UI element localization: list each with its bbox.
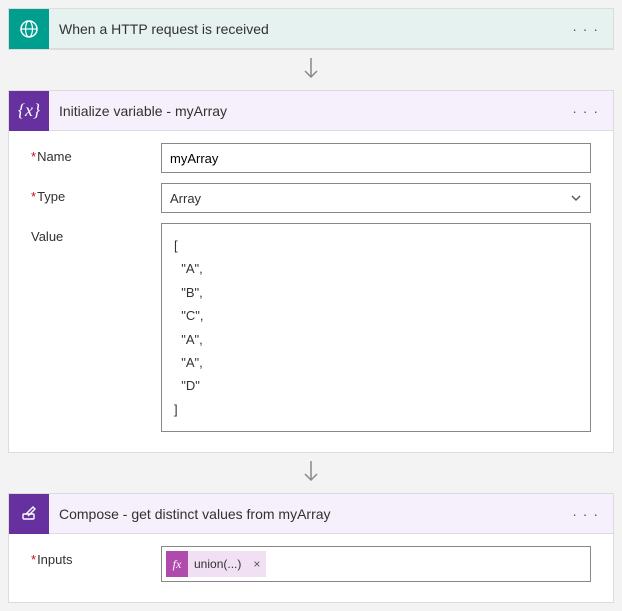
flow-arrow-icon	[301, 56, 321, 84]
trigger-more-button[interactable]: · · ·	[566, 21, 605, 37]
init-variable-body: Name Type Array Value [ "A", "B", "C"	[9, 131, 613, 452]
flow-canvas: When a HTTP request is received · · · {x…	[8, 8, 614, 603]
compose-body: Inputs fx union(...) ×	[9, 534, 613, 602]
fx-icon: fx	[166, 551, 188, 577]
trigger-card[interactable]: When a HTTP request is received · · ·	[8, 8, 614, 50]
compose-title: Compose - get distinct values from myArr…	[59, 506, 556, 522]
trigger-title: When a HTTP request is received	[59, 21, 556, 37]
compose-more-button[interactable]: · · ·	[566, 506, 605, 522]
chevron-down-icon	[570, 192, 582, 204]
trigger-header[interactable]: When a HTTP request is received · · ·	[9, 9, 613, 49]
name-label: Name	[31, 143, 161, 164]
name-input[interactable]	[161, 143, 591, 173]
init-variable-title: Initialize variable - myArray	[59, 103, 556, 119]
compose-card[interactable]: Compose - get distinct values from myArr…	[8, 493, 614, 603]
init-variable-more-button[interactable]: · · ·	[566, 103, 605, 119]
compose-icon	[9, 494, 49, 534]
value-label: Value	[31, 223, 161, 244]
expression-token-text: union(...)	[188, 557, 247, 571]
type-label: Type	[31, 183, 161, 204]
init-variable-header[interactable]: {x} Initialize variable - myArray · · ·	[9, 91, 613, 131]
variable-icon: {x}	[9, 91, 49, 131]
value-input[interactable]: [ "A", "B", "C", "A", "A", "D" ]	[161, 223, 591, 432]
compose-header[interactable]: Compose - get distinct values from myArr…	[9, 494, 613, 534]
expression-token[interactable]: fx union(...) ×	[166, 551, 266, 577]
type-select[interactable]: Array	[161, 183, 591, 213]
remove-token-button[interactable]: ×	[247, 557, 266, 571]
http-request-icon	[9, 9, 49, 49]
inputs-label: Inputs	[31, 546, 161, 567]
init-variable-card[interactable]: {x} Initialize variable - myArray · · · …	[8, 90, 614, 453]
flow-arrow-icon	[301, 459, 321, 487]
inputs-input[interactable]: fx union(...) ×	[161, 546, 591, 582]
type-select-value: Array	[170, 191, 201, 206]
